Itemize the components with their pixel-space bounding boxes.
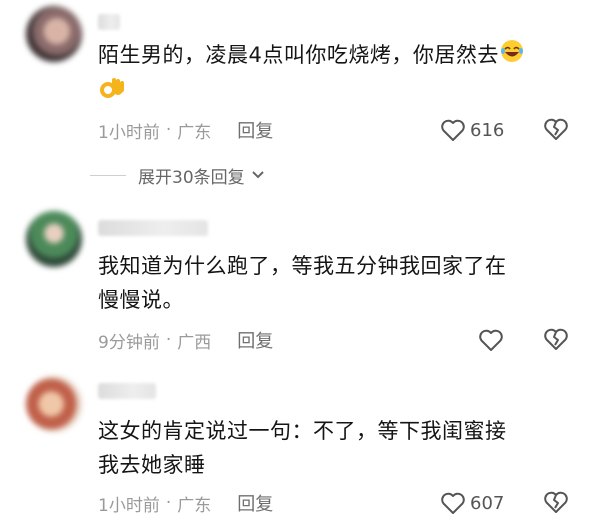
dislike-button[interactable] [543,327,569,353]
comment-text-line: 我去她家睡 [98,453,206,477]
comment-item: 陌生男的，凌晨4点叫你吃烧烤，你居然去 1小时前 · 广东 回复 616 [0,0,600,160]
username-redacted[interactable] [98,220,208,236]
username-redacted[interactable] [98,14,120,30]
comment-meta: 1小时前 · 广东 回复 [98,490,273,516]
like-button[interactable]: 607 [440,490,504,516]
comment-text-line: 慢慢说。 [98,288,184,312]
comment-time: 9分钟前 [98,332,160,353]
comment-text: 我知道为什么跑了，等我五分钟我回家了在 慢慢说。 [98,249,568,317]
comment-time: 1小时前 [98,495,160,516]
meta-separator: · [165,120,172,140]
dislike-button[interactable] [543,490,569,516]
comment-text-body: 陌生男的，凌晨4点叫你吃烧烤，你居然去 [98,43,499,67]
reply-button[interactable]: 回复 [237,117,273,143]
broken-heart-icon [544,118,568,140]
avatar[interactable] [26,6,82,62]
comment-text: 陌生男的，凌晨4点叫你吃烧烤，你居然去 [98,38,568,112]
comment-text-line: 这女的肯定说过一句：不了，等下我闺蜜接 [98,419,507,443]
avatar[interactable] [26,211,82,267]
like-count: 607 [470,492,505,514]
avatar[interactable] [26,376,82,432]
comment-item: 这女的肯定说过一句：不了，等下我闺蜜接 我去她家睡 1小时前 · 广东 回复 6… [0,365,600,523]
reply-button[interactable]: 回复 [237,327,273,353]
comment-text-line: 我知道为什么跑了，等我五分钟我回家了在 [98,254,507,278]
rolling-laughing-emoji [499,38,525,74]
like-count: 616 [470,119,505,141]
meta-separator: · [165,330,172,350]
like-button[interactable] [478,327,504,353]
heart-icon [441,492,465,514]
expand-replies-button[interactable]: 展开30条回复 [90,162,267,188]
comment-meta: 9分钟前 · 广西 回复 [98,327,273,353]
comment-text: 这女的肯定说过一句：不了，等下我闺蜜接 我去她家睡 [98,414,568,482]
username-redacted[interactable] [98,383,156,399]
heart-icon [479,329,503,351]
divider-line [90,174,126,176]
heart-icon [441,119,465,141]
chevron-down-icon [251,171,264,179]
comment-time: 1小时前 [98,122,160,143]
reply-button[interactable]: 回复 [237,490,273,516]
comment-location: 广东 [177,122,212,143]
comment-location: 广东 [177,495,212,516]
ok-hand-emoji [98,74,126,112]
comment-item: 我知道为什么跑了，等我五分钟我回家了在 慢慢说。 9分钟前 · 广西 回复 [0,200,600,365]
broken-heart-icon [544,491,568,513]
comment-location: 广西 [177,332,212,353]
like-button[interactable]: 616 [440,117,504,143]
comment-meta: 1小时前 · 广东 回复 [98,117,273,143]
dislike-button[interactable] [543,117,569,143]
expand-replies-label: 展开30条回复 [138,167,245,188]
meta-separator: · [165,493,172,513]
broken-heart-icon [544,328,568,350]
